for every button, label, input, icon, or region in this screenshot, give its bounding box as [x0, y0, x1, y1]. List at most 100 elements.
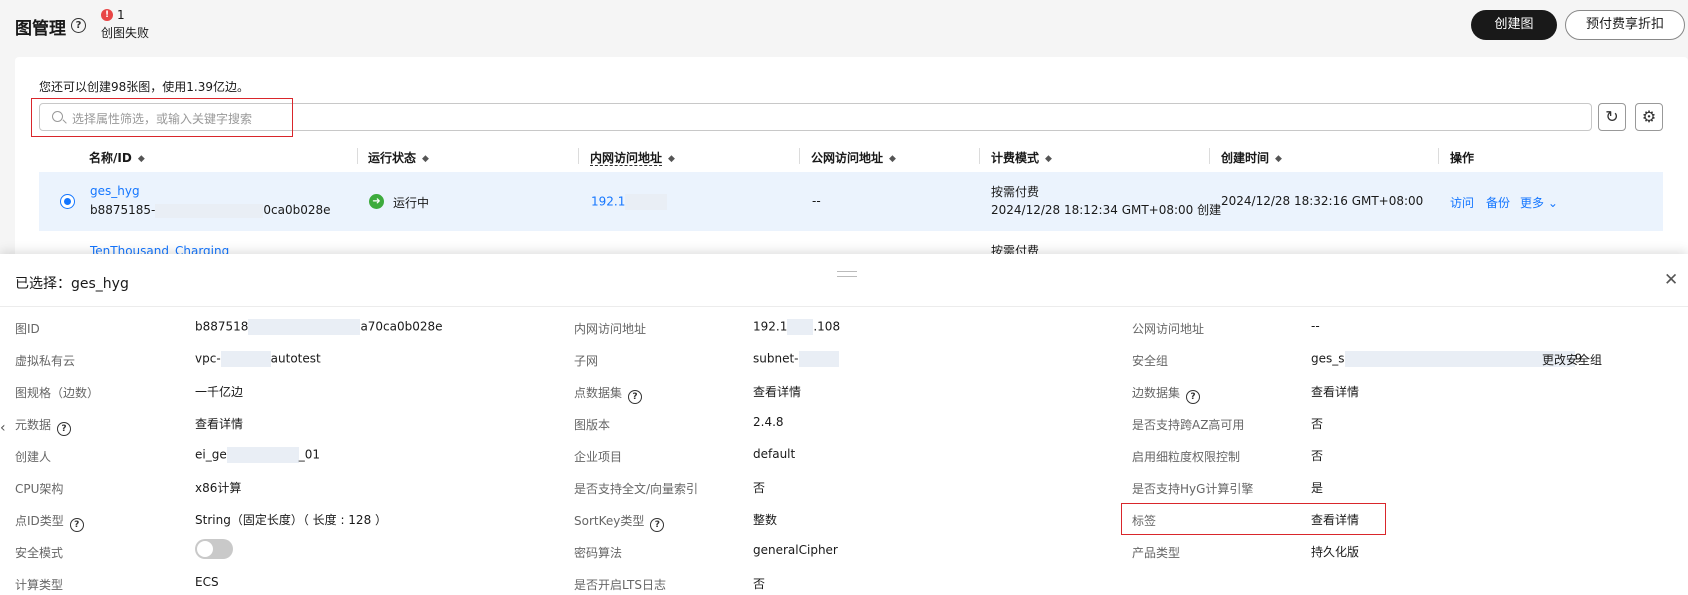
detail-label: 计算类型: [15, 578, 64, 592]
refresh-icon: ↻: [1605, 107, 1619, 126]
detail-label: 虚拟私有云: [15, 354, 76, 368]
status-text: 运行中: [393, 196, 430, 210]
help-icon[interactable]: ?: [628, 390, 643, 404]
sort-icon[interactable]: ◆: [668, 154, 675, 164]
detail-label: 是否支持跨AZ高可用: [1132, 418, 1245, 432]
graph-size-value: 一千亿边: [195, 385, 244, 399]
column-header-public-ip[interactable]: 公网访问地址 ◆: [811, 149, 896, 166]
edge-dataset-view-link[interactable]: 查看详情: [1311, 383, 1359, 400]
error-icon: !: [101, 9, 113, 21]
detail-label: 密码算法: [574, 546, 623, 560]
sort-icon[interactable]: ◆: [1045, 154, 1052, 164]
column-divider: [799, 148, 800, 164]
top-bar: 图管理 ? ! 1 创图失败 创建图 预付费享折扣: [0, 0, 1688, 52]
column-header-created[interactable]: 创建时间 ◆: [1221, 149, 1282, 166]
vpc-link[interactable]: vpc-autotest: [195, 351, 321, 367]
settings-button[interactable]: ⚙: [1635, 103, 1663, 131]
detail-label: 产品类型: [1132, 546, 1181, 560]
detail-label: 创建人: [15, 450, 52, 464]
private-ip-link[interactable]: 192.1.108: [753, 319, 840, 335]
refresh-button[interactable]: ↻: [1598, 103, 1626, 131]
divider: [0, 306, 1688, 307]
detail-label: 点ID类型?: [15, 512, 84, 532]
help-icon[interactable]: ?: [71, 18, 86, 33]
column-divider: [1438, 148, 1439, 164]
tags-highlight-box: [1121, 503, 1386, 535]
drag-handle[interactable]: [837, 271, 857, 277]
sort-icon[interactable]: ◆: [138, 154, 145, 164]
help-icon[interactable]: ?: [1186, 390, 1201, 404]
detail-label: 图规格（边数）: [15, 386, 100, 400]
visit-action[interactable]: 访问: [1450, 194, 1474, 211]
detail-label: 图ID: [15, 322, 40, 336]
column-header-private-ip[interactable]: 内网访问地址 ◆: [590, 149, 675, 166]
column-divider: [1209, 148, 1210, 164]
public-ip-value: --: [1311, 319, 1320, 333]
detail-label: 安全模式: [15, 546, 64, 560]
detail-label: SortKey类型?: [574, 512, 665, 532]
vertex-id-type-value: String（固定长度）（ 长度 : 128 ）: [195, 513, 388, 527]
more-action[interactable]: 更多 ⌄: [1520, 194, 1558, 211]
row-radio[interactable]: [60, 194, 75, 209]
created-time: 2024/12/28 18:32:16 GMT+08:00: [1221, 194, 1424, 208]
detail-label: 点数据集?: [574, 384, 643, 404]
column-divider: [357, 148, 358, 164]
detail-label: 是否支持全文/向量索引: [574, 482, 699, 496]
column-divider: [578, 148, 579, 164]
product-type-value: 持久化版: [1311, 545, 1360, 559]
detail-label: 公网访问地址: [1132, 322, 1205, 336]
public-ip-text: --: [812, 194, 821, 208]
backup-action[interactable]: 备份: [1486, 194, 1510, 211]
close-icon[interactable]: ✕: [1664, 272, 1678, 289]
column-header-billing[interactable]: 计费模式 ◆: [991, 149, 1052, 166]
fail-label: 创图失败: [101, 26, 150, 40]
metadata-view-link[interactable]: 查看详情: [195, 415, 243, 432]
subnet-link[interactable]: subnet-: [753, 351, 839, 367]
billing-detail: 2024/12/28 18:12:34 GMT+08:00 创建: [991, 203, 1222, 217]
sort-icon[interactable]: ◆: [1275, 154, 1282, 164]
fulltext-index-value: 否: [753, 481, 766, 495]
sort-icon[interactable]: ◆: [889, 154, 896, 164]
column-divider: [979, 148, 980, 164]
table-header: 名称/ID ◆ 运行状态 ◆ 内网访问地址 ◆ 公网访问地址 ◆ 计费模式 ◆ 创建时间 ◆…: [39, 144, 1663, 170]
column-header-actions: 操作: [1450, 151, 1475, 165]
change-security-group-link[interactable]: 更改安全组: [1542, 351, 1602, 368]
detail-label: 图版本: [574, 418, 611, 432]
detail-label: 安全组: [1132, 354, 1169, 368]
lts-log-value: 否: [753, 577, 766, 591]
private-ip-link[interactable]: 192.1: [591, 194, 668, 210]
graph-id-value: b887518 a70ca0b028e: [195, 319, 443, 335]
detail-label: CPU架构: [15, 482, 64, 496]
chevron-left-icon[interactable]: ‹: [0, 420, 6, 436]
cross-az-value: 否: [1311, 417, 1324, 431]
vertex-dataset-view-link[interactable]: 查看详情: [753, 383, 801, 400]
search-highlight-box: [31, 98, 293, 137]
detail-label: 内网访问地址: [574, 322, 647, 336]
create-graph-button[interactable]: 创建图: [1471, 10, 1557, 40]
enterprise-project-link[interactable]: default: [753, 447, 795, 461]
column-header-status[interactable]: 运行状态 ◆: [368, 149, 429, 166]
creator-value: ei_ge _01: [195, 447, 320, 463]
column-header-name[interactable]: 名称/ID ◆: [89, 149, 145, 166]
security-mode-toggle[interactable]: [195, 539, 233, 559]
detail-label: 企业项目: [574, 450, 623, 464]
compute-type-value: ECS: [195, 575, 219, 589]
fail-count: 1: [117, 8, 125, 22]
cpu-arch-value: x86计算: [195, 481, 242, 495]
help-icon[interactable]: ?: [69, 518, 84, 532]
help-icon[interactable]: ?: [57, 422, 72, 436]
graph-name-link[interactable]: ges_hyg: [90, 184, 140, 198]
detail-label: 边数据集?: [1132, 384, 1201, 404]
chevron-down-icon: ⌄: [1547, 196, 1558, 210]
detail-label: 是否开启LTS日志: [574, 578, 666, 592]
billing-mode: 按需付费: [991, 185, 1040, 199]
prepaid-discount-button[interactable]: 预付费享折扣: [1565, 10, 1685, 40]
sortkey-type-value: 整数: [753, 513, 778, 527]
detail-label: 子网: [574, 354, 599, 368]
quota-text: 您还可以创建98张图，使用1.39亿边。: [39, 80, 249, 94]
help-icon[interactable]: ?: [650, 518, 665, 532]
fine-grained-auth-value: 否: [1311, 449, 1324, 463]
detail-label: 元数据?: [15, 416, 72, 436]
sort-icon[interactable]: ◆: [422, 154, 429, 164]
hyg-engine-value: 是: [1311, 481, 1324, 495]
